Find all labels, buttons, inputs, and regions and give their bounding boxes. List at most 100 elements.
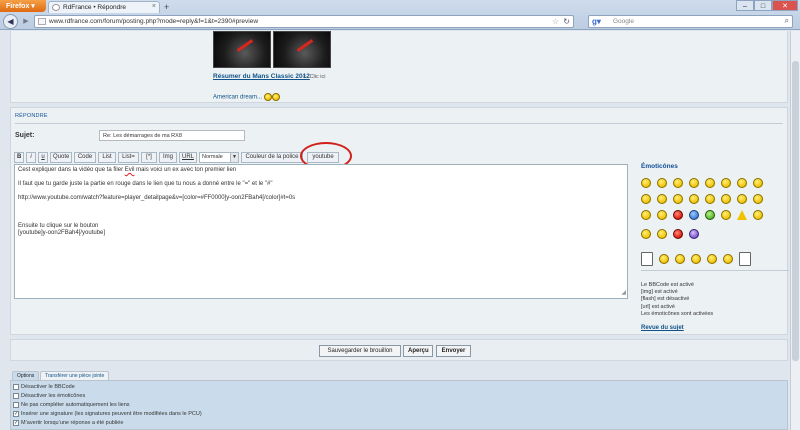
smiley-icon[interactable]	[673, 178, 683, 188]
submit-button[interactable]: Envoyer	[436, 345, 471, 357]
smiley-icon[interactable]	[753, 178, 763, 188]
smiley-icon[interactable]	[673, 229, 683, 239]
save-draft-button[interactable]: Sauvegarder le brouillon	[319, 345, 401, 357]
page-scrollbar[interactable]	[790, 31, 800, 430]
list-item-button[interactable]: [*]	[141, 152, 157, 163]
emoticons-grid	[641, 175, 781, 273]
smiley-icon[interactable]	[641, 178, 651, 188]
smiley-icon[interactable]	[707, 254, 717, 264]
smiley-icon[interactable]	[737, 178, 747, 188]
option-label: Insérer une signature (les signatures pe…	[21, 411, 202, 417]
smiley-icon[interactable]	[705, 194, 715, 204]
tab-close-icon[interactable]: ×	[152, 3, 156, 10]
smiley-icon[interactable]	[705, 210, 715, 220]
sign-smiley-icon[interactable]	[641, 252, 653, 266]
smiley-icon[interactable]	[689, 210, 699, 220]
maximize-icon[interactable]: □	[754, 0, 772, 11]
smiley-icon[interactable]	[723, 254, 733, 264]
checkbox[interactable]	[13, 393, 19, 399]
preview-button[interactable]: Aperçu	[403, 345, 433, 357]
smiley-icon[interactable]	[753, 210, 763, 220]
checkbox-checked[interactable]: ✓	[13, 420, 19, 426]
preview-image[interactable]	[213, 31, 271, 68]
quote-button[interactable]: Quote	[50, 152, 72, 163]
smiley-icon[interactable]	[657, 229, 667, 239]
option-notify[interactable]: ✓ M’avertir lorsqu’une réponse a été pub…	[13, 420, 123, 426]
google-engine-icon[interactable]: g▾	[592, 17, 601, 26]
smiley-icon[interactable]	[721, 194, 731, 204]
subject-input[interactable]	[99, 130, 245, 141]
browser-tab[interactable]: RdFrance • Répondre ×	[48, 1, 160, 13]
chevron-down-icon[interactable]: ▼	[230, 153, 238, 162]
window-close-icon[interactable]: ✕	[772, 0, 798, 11]
editor-line: Ensuite tu clique sur le bouton	[18, 223, 99, 229]
smiley-icon[interactable]	[657, 210, 667, 220]
new-tab-icon[interactable]: +	[164, 2, 169, 12]
smiley-icon[interactable]	[641, 229, 651, 239]
bbcode-status-item: [url] est activé	[641, 303, 675, 310]
url-button[interactable]: URL	[179, 152, 197, 163]
smiley-icon[interactable]	[657, 178, 667, 188]
scrollbar-thumb[interactable]	[792, 61, 799, 361]
address-bar[interactable]: www.rdfrance.com/forum/posting.php?mode=…	[34, 15, 574, 28]
option-label: Ne pas compléter automatiquement les lie…	[21, 402, 130, 408]
option-attach-signature[interactable]: ✓ Insérer une signature (les signatures …	[13, 411, 202, 417]
firefox-menu-label: Firefox	[6, 3, 30, 10]
tab-options[interactable]: Options	[12, 371, 40, 380]
smiley-icon[interactable]	[673, 210, 683, 220]
preview-image[interactable]	[273, 31, 331, 68]
smiley-icon[interactable]	[657, 194, 667, 204]
bbcode-status-item: [flash] est désactivé	[641, 296, 690, 303]
checkbox[interactable]	[13, 384, 19, 390]
search-bar[interactable]: g▾ Google ⌕	[588, 15, 793, 28]
smiley-icon[interactable]	[659, 254, 669, 264]
font-color-button[interactable]: Couleur de la police	[241, 152, 303, 163]
topic-review-link[interactable]: Revue du sujet	[641, 325, 684, 331]
ordered-list-button[interactable]: List=	[118, 152, 139, 163]
code-button[interactable]: Code	[74, 152, 96, 163]
option-disable-bbcode[interactable]: Désactiver le BBCode	[13, 384, 75, 390]
search-icon[interactable]: ⌕	[785, 16, 789, 26]
warning-icon[interactable]	[737, 210, 747, 220]
smiley-icon[interactable]	[689, 194, 699, 204]
smiley-icon[interactable]	[737, 194, 747, 204]
message-textarea[interactable]: Cest expliquer dans la vidéo que ta file…	[14, 164, 628, 299]
option-disable-smilies[interactable]: Désactiver les émoticônes	[13, 393, 85, 399]
option-disable-magic-url[interactable]: Ne pas compléter automatiquement les lie…	[13, 402, 130, 408]
smiley-icon[interactable]	[689, 229, 699, 239]
font-size-select[interactable]: Normale ▼	[199, 152, 239, 163]
bookmark-star-icon[interactable]: ☆	[552, 17, 559, 26]
smiley-icon[interactable]	[721, 210, 731, 220]
tab-attachments[interactable]: Transférer une pièce jointe	[40, 371, 110, 380]
panel-title: RÉPONDRE	[15, 113, 48, 119]
reload-icon[interactable]: ↻	[563, 17, 570, 26]
bbcode-status-item: Le BBCode est activé	[641, 282, 694, 288]
list-button[interactable]: List	[98, 152, 116, 163]
sign-smiley-icon[interactable]	[739, 252, 751, 266]
bold-button[interactable]: B	[14, 152, 24, 163]
forward-icon[interactable]: ▶	[20, 16, 32, 28]
checkbox-checked[interactable]: ✓	[13, 411, 19, 417]
smiley-icon[interactable]	[673, 194, 683, 204]
back-icon[interactable]: ◀	[3, 14, 18, 29]
smiley-icon[interactable]	[721, 178, 731, 188]
submit-bar: Sauvegarder le brouillon Aperçu Envoyer	[10, 339, 788, 361]
smiley-icon[interactable]	[641, 194, 651, 204]
checkbox[interactable]	[13, 402, 19, 408]
firefox-menu-button[interactable]: Firefox ▾	[0, 0, 46, 12]
smiley-icon[interactable]	[689, 178, 699, 188]
img-button[interactable]: Img	[159, 152, 177, 163]
preview-link[interactable]: Résumer du Mans Classic 2012	[213, 73, 310, 80]
italic-button[interactable]: i	[26, 152, 36, 163]
minimize-icon[interactable]: –	[736, 0, 754, 11]
smiley-icon[interactable]	[691, 254, 701, 264]
smiley-icon[interactable]	[675, 254, 685, 264]
smiley-icon[interactable]	[641, 210, 651, 220]
resize-handle-icon[interactable]: ◢	[621, 290, 626, 297]
underline-button[interactable]: u	[38, 152, 48, 163]
site-identity-icon[interactable]	[38, 18, 46, 25]
smiley-icon[interactable]	[705, 178, 715, 188]
smiley-icon	[271, 93, 280, 101]
url-text: www.rdfrance.com/forum/posting.php?mode=…	[49, 18, 259, 25]
smiley-icon[interactable]	[753, 194, 763, 204]
